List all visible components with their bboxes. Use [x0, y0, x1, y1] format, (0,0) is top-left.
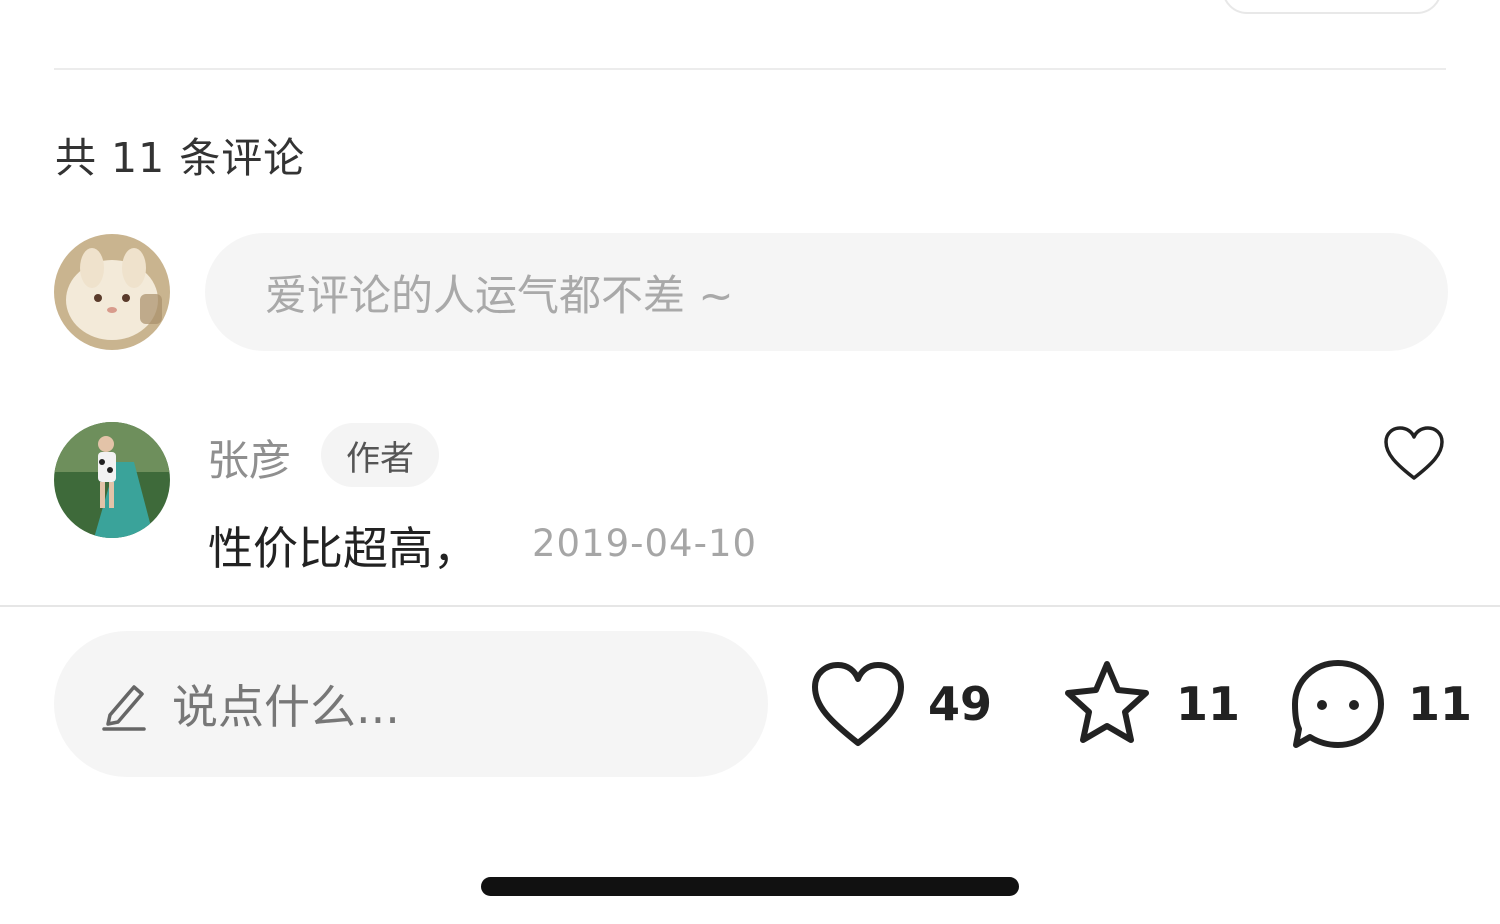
like-button[interactable]: 49 — [810, 654, 992, 754]
heart-icon — [1384, 426, 1444, 480]
comment-input-placeholder: 爱评论的人运气都不差 ~ — [265, 270, 734, 320]
chat-bubble-icon — [1292, 660, 1384, 748]
comment-input[interactable]: 爱评论的人运气都不差 ~ — [205, 233, 1448, 351]
comment-like-button[interactable] — [1382, 424, 1446, 484]
say-something-placeholder: 说点什么... — [172, 680, 400, 734]
person-avatar-image — [54, 422, 170, 538]
star-icon — [1065, 661, 1149, 743]
comment-date: 2019-04-10 — [532, 522, 758, 565]
home-indicator[interactable] — [481, 877, 1019, 896]
comment-count: 11 — [1408, 677, 1473, 731]
heart-icon — [812, 662, 904, 746]
commenter-name[interactable]: 张彦 — [207, 427, 291, 488]
like-count: 49 — [928, 677, 993, 731]
my-avatar[interactable] — [54, 234, 170, 350]
note-comments-page: 共 11 条评论 爱评论的人运气都不差 ~ 张彦 作者 性价比超高， 2019-… — [0, 0, 1500, 924]
author-badge: 作者 — [321, 423, 439, 487]
bottom-bar-divider — [0, 605, 1500, 607]
favorite-count: 11 — [1176, 677, 1241, 731]
favorite-button[interactable]: 11 — [1060, 654, 1240, 754]
comment-button[interactable]: 11 — [1290, 654, 1472, 754]
comments-count-title: 共 11 条评论 — [55, 134, 306, 182]
rabbit-avatar-image — [54, 234, 170, 350]
comment-text: 性价比超高， — [208, 522, 479, 575]
say-something-input[interactable]: 说点什么... — [54, 631, 768, 777]
top-pill-button[interactable] — [1222, 0, 1442, 14]
pencil-icon — [102, 685, 146, 731]
commenter-avatar[interactable] — [54, 422, 170, 538]
section-divider — [54, 68, 1446, 70]
